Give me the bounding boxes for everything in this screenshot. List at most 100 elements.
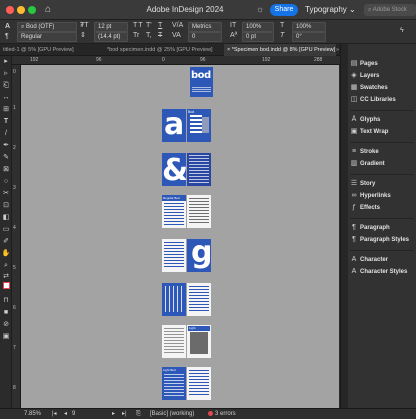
minimize-window-button[interactable] <box>17 6 25 14</box>
rectangle-frame-tool-icon[interactable]: ⊠ <box>1 165 11 175</box>
page-tool-icon[interactable]: ⎗ <box>1 81 11 91</box>
leading-field[interactable]: (14.4 pt) <box>94 32 128 42</box>
underline-button[interactable]: T <box>158 21 162 31</box>
eyedropper-tool-icon[interactable]: ✐ <box>1 237 11 247</box>
direct-selection-tool-icon[interactable]: ▹ <box>1 69 11 79</box>
hand-tool-icon[interactable]: ✋ <box>1 249 11 259</box>
panel-glyphs[interactable]: Ä Glyphs <box>348 114 416 125</box>
character-formatting-icon[interactable]: A <box>5 22 10 32</box>
all-caps-button[interactable]: TT <box>133 21 144 31</box>
panel-pages[interactable]: ▤ Pages <box>348 58 416 69</box>
zoom-window-button[interactable] <box>28 6 36 14</box>
close-window-button[interactable] <box>6 6 14 14</box>
previous-page-icon[interactable]: ◂ <box>64 409 67 419</box>
close-icon[interactable]: × <box>227 47 230 53</box>
page-thumbnail-blue-left[interactable] <box>162 283 186 316</box>
gap-tool-icon[interactable]: ↔ <box>1 93 11 103</box>
small-caps-button[interactable]: Tr <box>133 31 139 41</box>
zoom-tool-icon[interactable]: ⌕ <box>1 261 11 271</box>
free-transform-tool-icon[interactable]: ⊡ <box>1 201 11 211</box>
spread-view-icon[interactable]: ⎘ <box>136 409 141 419</box>
vertical-ruler: 0 1 2 3 4 5 6 7 8 <box>12 65 21 408</box>
panel-divider <box>350 218 414 219</box>
pencil-tool-icon[interactable]: ✎ <box>1 153 11 163</box>
stock-search-input[interactable]: ⌕ Adobe Stock <box>364 4 416 16</box>
panel-hyperlinks[interactable]: ∞ Hyperlinks <box>348 190 416 201</box>
panel-paragraph[interactable]: ¶ Paragraph <box>348 222 416 233</box>
page-thumbnail-regular-left[interactable]: Regular Bod <box>162 195 186 228</box>
vertical-scale-field[interactable]: 100% <box>242 22 274 32</box>
panel-stroke[interactable]: ≡ Stroke <box>348 146 416 157</box>
page-thumbnail-g-left[interactable] <box>162 239 186 272</box>
page-thumbnail-lightbod-right[interactable] <box>187 367 211 400</box>
swap-colors-icon[interactable]: ⇄ <box>1 272 11 282</box>
superscript-button[interactable]: T' <box>146 21 152 31</box>
panel-gradient[interactable]: ▥ Gradient <box>348 158 416 169</box>
last-page-icon[interactable]: ▸| <box>122 409 127 419</box>
share-button[interactable]: Share <box>270 4 298 16</box>
paragraph-formatting-icon[interactable]: ¶ <box>5 32 9 42</box>
panel-character-styles[interactable]: A Character Styles <box>348 266 416 277</box>
pasteboard[interactable]: bod a Bod & Regular Bod g Light Light Bo… <box>21 65 339 408</box>
panel-cc-libraries[interactable]: ◫ CC Libraries <box>348 94 416 105</box>
workspace-switcher[interactable]: Typography ⌄ <box>305 5 356 14</box>
preflight-profile[interactable]: [Basic] (working) <box>150 409 194 419</box>
apply-none-icon[interactable]: ⊘ <box>1 320 11 330</box>
home-icon[interactable]: ⌂ <box>42 4 54 16</box>
page-thumbnail-cover[interactable]: bod <box>190 67 213 97</box>
panel-text-wrap[interactable]: ▣ Text Wrap <box>348 126 416 137</box>
lightning-icon[interactable]: ϟ <box>400 26 404 36</box>
preflight-errors[interactable]: 3 errors <box>208 409 236 419</box>
next-page-icon[interactable]: ▸ <box>112 409 115 419</box>
tab-untitled[interactable]: titled-1 @ 5% [GPU Preview] <box>0 44 100 56</box>
line-tool-icon[interactable]: / <box>1 129 11 139</box>
font-family-field[interactable]: ⌕ Bod (OTF) <box>17 22 77 32</box>
page-thumbnail-g-right[interactable]: g <box>187 239 211 272</box>
page-thumbnail-regular-right[interactable] <box>187 195 211 228</box>
page-thumbnail-ampersand-left[interactable]: & <box>162 153 186 186</box>
tab-specimen-bod[interactable]: × *Specimen bod.indd @ 8% [GPU Preview] <box>224 44 336 56</box>
skew-field[interactable]: 0° <box>292 32 326 42</box>
first-page-icon[interactable]: |◂ <box>52 409 57 419</box>
content-collector-icon[interactable]: ⊞ <box>1 105 11 115</box>
tracking-icon: VA <box>172 32 181 39</box>
subscript-button[interactable]: T, <box>146 31 151 41</box>
note-tool-icon[interactable]: ▭ <box>1 225 11 235</box>
font-style-field[interactable]: Regular <box>17 32 77 42</box>
selection-tool-icon[interactable]: ▸ <box>1 57 11 67</box>
panel-character[interactable]: A Character <box>348 254 416 265</box>
pen-tool-icon[interactable]: ✒ <box>1 141 11 151</box>
strikethrough-button[interactable]: T <box>158 31 162 41</box>
page-thumbnail-a-left[interactable]: a <box>162 109 186 142</box>
font-size-field[interactable]: 12 pt <box>94 22 128 32</box>
page-thumbnail-ampersand-right[interactable] <box>187 153 211 186</box>
kerning-field[interactable]: Metrics <box>188 22 222 32</box>
glyph-specimen-block <box>190 115 202 135</box>
formatting-container-icon[interactable]: ⊓ <box>1 296 11 306</box>
page-thumbnail-lightbod-left[interactable]: Light Bod <box>162 367 186 400</box>
page-thumbnail-a-right[interactable]: Bod <box>187 109 211 142</box>
screen-mode-icon[interactable]: ▣ <box>1 332 11 342</box>
baseline-shift-field[interactable]: 0 pt <box>242 32 274 42</box>
lightbulb-icon[interactable]: ☼ <box>256 4 264 14</box>
zoom-level-field[interactable]: 7.85% <box>24 409 41 419</box>
horizontal-scale-field[interactable]: 100% <box>292 22 326 32</box>
scissors-tool-icon[interactable]: ✂ <box>1 189 11 199</box>
panel-swatches[interactable]: ▦ Swatches <box>348 82 416 93</box>
fill-stroke-icon[interactable] <box>1 282 11 292</box>
panel-collapse-strip[interactable] <box>340 44 348 408</box>
page-thumbnail-blue-right[interactable] <box>187 283 211 316</box>
apply-color-icon[interactable]: ■ <box>1 308 11 318</box>
tab-bod-specimen[interactable]: *bod specimen.indd @ 25% [GPU Preview] <box>104 44 222 56</box>
type-tool-icon[interactable]: T <box>1 117 11 127</box>
panel-story[interactable]: ☰ Story <box>348 178 416 189</box>
panel-paragraph-styles[interactable]: ¶ Paragraph Styles <box>348 234 416 245</box>
gradient-tool-icon[interactable]: ◧ <box>1 213 11 223</box>
panel-effects[interactable]: ƒ Effects <box>348 202 416 213</box>
panel-layers[interactable]: ◈ Layers <box>348 70 416 81</box>
page-thumbnail-light-left[interactable] <box>162 325 186 358</box>
page-number-field[interactable]: 9 <box>72 409 75 419</box>
page-thumbnail-light-right[interactable]: Light <box>187 325 211 358</box>
ellipse-tool-icon[interactable]: ○ <box>1 177 11 187</box>
tracking-field[interactable]: 0 <box>188 32 222 42</box>
